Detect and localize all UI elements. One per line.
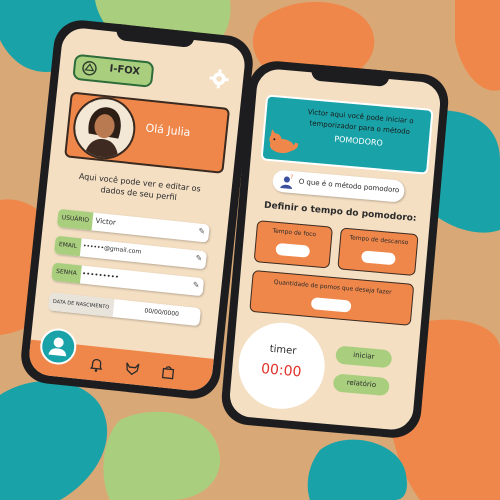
gear-icon[interactable] — [208, 68, 230, 90]
username-input[interactable]: Victor — [95, 217, 116, 227]
pomodoro-screen: Victor aqui você pode iniciar o temporiz… — [228, 67, 442, 432]
user-icon — [48, 337, 67, 357]
field-row-birthdate: DATA DE NASCIMENTO 00/00/0000 — [47, 292, 202, 327]
email-input[interactable]: ••••••@gmail.com — [83, 243, 142, 256]
pencil-icon[interactable]: ✎ — [192, 280, 200, 290]
field-label-birthdate: DATA DE NASCIMENTO — [47, 292, 115, 317]
pencil-icon[interactable]: ✎ — [198, 227, 206, 237]
start-button[interactable]: iniciar — [335, 345, 393, 369]
profile-screen: I-FOX Olá Julia Aqui você pode ver e edi… — [27, 26, 247, 393]
focus-time-label: Tempo de foco — [272, 227, 317, 239]
info-button-label: O que é o método pomodoro — [298, 177, 400, 195]
field-row-password: SENHA ••••••••• ✎ — [51, 262, 205, 297]
field-label-password: SENHA — [51, 262, 82, 284]
rounds-label: Quantidade de pomos que deseja fazer — [273, 278, 392, 297]
fox-logo-icon — [82, 61, 97, 76]
field-label-email: EMAIL — [53, 235, 82, 257]
profile-instruction: Aqui você pode ver e editar os dados de … — [78, 171, 202, 203]
app-logo-pill[interactable]: I-FOX — [72, 53, 155, 88]
password-input[interactable]: ••••••••• — [82, 270, 120, 282]
question-person-icon: ? — [280, 174, 294, 190]
rest-time-box: Tempo de descanso — [337, 227, 419, 277]
svg-text:?: ? — [290, 174, 294, 181]
phone-profile: I-FOX Olá Julia Aqui você pode ver e edi… — [18, 17, 256, 402]
report-button-label: relatório — [346, 378, 377, 390]
phone-pomodoro: Victor aqui você pode iniciar o temporiz… — [219, 58, 451, 441]
fox-mascot-icon — [269, 129, 300, 154]
timer-value: 00:00 — [260, 361, 303, 381]
info-button[interactable]: ? O que é o método pomodoro — [271, 169, 406, 203]
pomodoro-banner: Victor aqui você pode iniciar o temporiz… — [260, 94, 434, 175]
section-title: Definir o tempo do pomodoro: — [263, 200, 417, 224]
focus-time-box: Tempo de foco — [253, 220, 333, 269]
pencil-icon[interactable]: ✎ — [195, 253, 203, 263]
timer-label: timer — [269, 343, 297, 357]
rounds-box: Quantidade de pomos que deseja fazer — [249, 269, 415, 326]
focus-time-input[interactable] — [275, 242, 311, 258]
bell-icon[interactable] — [88, 356, 106, 374]
rounds-input[interactable] — [310, 297, 352, 313]
timer-circle: timer 00:00 — [235, 319, 329, 413]
field-label-username: USUÁRIO — [56, 208, 94, 231]
birthdate-input[interactable]: 00/00/0000 — [144, 307, 179, 318]
rest-time-label: Tempo de descanso — [349, 234, 409, 247]
bag-icon[interactable] — [159, 363, 177, 381]
report-button[interactable]: relatório — [332, 373, 390, 397]
fox-icon[interactable] — [124, 360, 142, 378]
nav-user-button[interactable] — [38, 326, 79, 367]
rest-time-input[interactable] — [360, 250, 396, 266]
app-name: I-FOX — [108, 63, 141, 78]
start-button-label: iniciar — [352, 351, 375, 361]
